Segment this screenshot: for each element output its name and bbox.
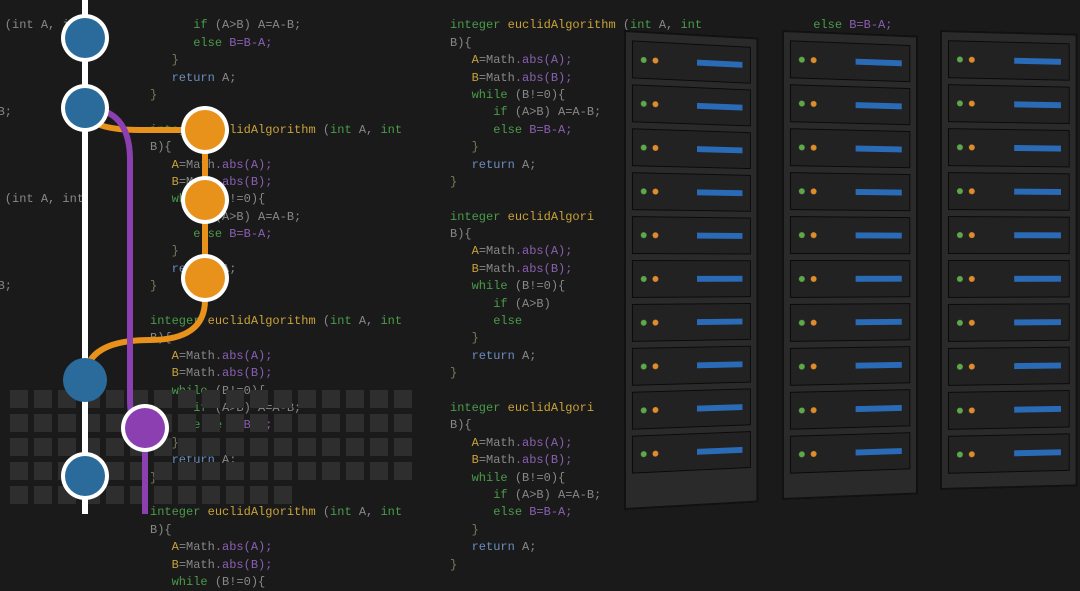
server-racks xyxy=(624,30,1080,510)
server-rack-2 xyxy=(782,30,918,500)
server-rack-1 xyxy=(624,30,758,510)
server-rack-3 xyxy=(940,30,1077,490)
git-graph xyxy=(0,0,280,514)
